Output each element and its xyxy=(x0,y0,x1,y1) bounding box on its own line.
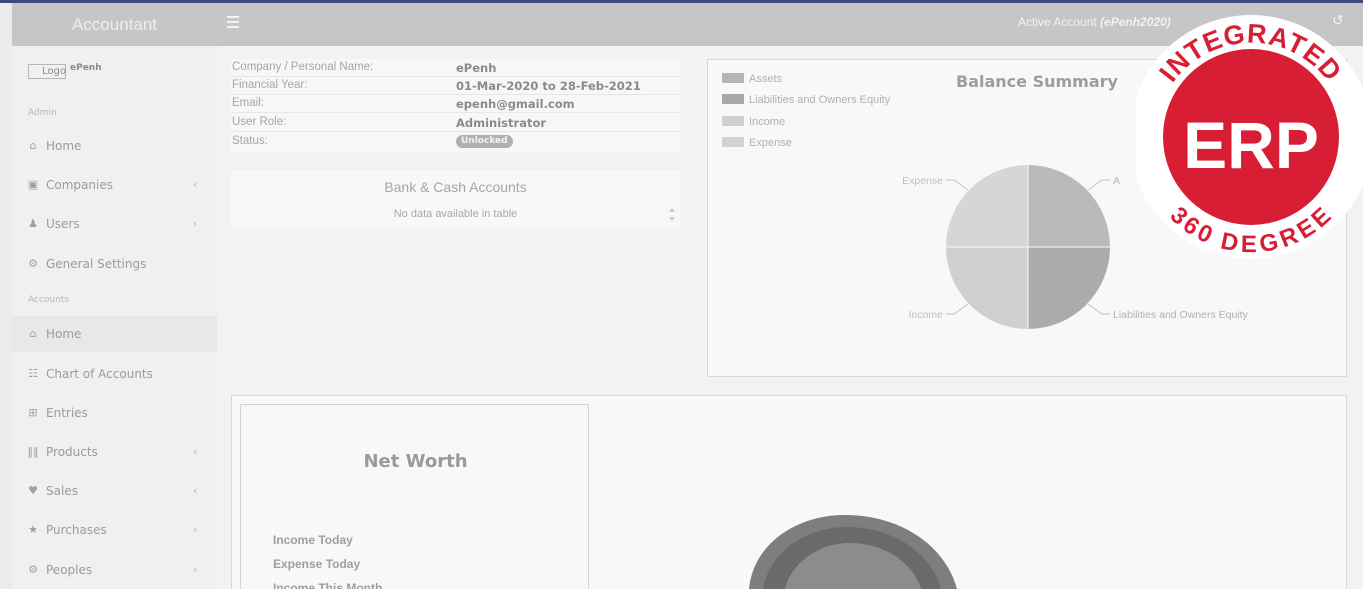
sidebar-item-general-settings[interactable]: ⚙ General Settings xyxy=(12,246,217,282)
info-value: ePenh xyxy=(456,61,497,75)
chevron-left-icon: ‹ xyxy=(193,523,198,536)
info-row: Email: epenh@gmail.com xyxy=(231,95,680,113)
net-worth-item: Income Today xyxy=(273,533,353,547)
sidebar-item-accounts-home[interactable]: ⌂ Home xyxy=(12,316,217,352)
sidebar-item-purchases[interactable]: ★ Purchases ‹ xyxy=(12,512,217,548)
net-worth-item: Income This Month xyxy=(273,581,383,589)
sidebar-item-label: Users xyxy=(46,217,80,231)
barcode-icon: ‖‖ xyxy=(27,445,39,458)
plus-square-icon: ⊞ xyxy=(28,406,38,419)
info-key: User Role: xyxy=(232,116,287,128)
sidebar-logo: Logo xyxy=(28,64,66,79)
sidebar-item-peoples[interactable]: ⚙ Peoples ‹ xyxy=(12,552,217,588)
sidebar-item-label: Purchases xyxy=(46,523,107,537)
net-worth-item: Expense Today xyxy=(273,557,361,571)
table-scroll-arrows[interactable] xyxy=(667,204,677,226)
sidebar-company-name: ePenh xyxy=(70,63,102,73)
gear-icon: ⚙ xyxy=(28,563,38,576)
info-value: Administrator xyxy=(456,116,547,130)
chevron-left-icon: ‹ xyxy=(193,484,198,497)
logo-image: Logo xyxy=(28,64,66,79)
integrated-erp-badge: INTEGRATED ERP 360 DEGREE xyxy=(1136,15,1363,259)
pie-label-liabilities: Liabilities and Owners Equity xyxy=(1113,309,1249,321)
info-row: Status: Unlocked xyxy=(231,133,680,151)
chevron-left-icon: ‹ xyxy=(193,563,198,576)
pie-label-expense: Expense xyxy=(902,175,943,187)
active-account-prefix: Active Account xyxy=(1018,15,1101,29)
sidebar-item-admin-home[interactable]: ⌂ Home xyxy=(12,128,217,164)
sidebar-item-companies[interactable]: ▣ Companies ‹ xyxy=(12,167,217,203)
sidebar-item-sales[interactable]: ♥ Sales ‹ xyxy=(12,473,217,509)
info-row: Financial Year: 01-Mar-2020 to 28-Feb-20… xyxy=(231,77,680,95)
info-row: Company / Personal Name: ePenh xyxy=(231,59,680,77)
sidebar-item-label: Home xyxy=(46,139,82,153)
sidebar-item-chart-of-accounts[interactable]: ☷ Chart of Accounts xyxy=(12,356,217,392)
scroll-up-arrow xyxy=(669,208,675,212)
pie-label-income: Income xyxy=(909,309,944,321)
info-value: 01-Mar-2020 to 28-Feb-2021 xyxy=(456,79,641,93)
info-key: Status: xyxy=(232,135,268,147)
sidebar-section-admin: Admin xyxy=(28,108,57,118)
info-value: epenh@gmail.com xyxy=(456,97,575,111)
company-info-panel: Company / Personal Name: ePenh Financial… xyxy=(231,59,680,153)
net-worth-title: Net Worth xyxy=(363,451,468,472)
heart-icon: ♥ xyxy=(28,484,38,497)
sitemap-icon: ☷ xyxy=(28,367,38,380)
app-brand[interactable]: Accountant xyxy=(12,3,217,46)
home-icon: ⌂ xyxy=(29,327,37,340)
info-key: Email: xyxy=(232,97,264,109)
net-worth-panel: Net Worth Income Today Expense Today Inc… xyxy=(240,404,589,589)
pie-slice-assets[interactable] xyxy=(1028,165,1110,247)
pie-leader-income xyxy=(946,303,969,315)
scroll-down-arrow xyxy=(669,217,675,221)
chevron-left-icon: ‹ xyxy=(193,217,198,230)
menu-toggle-icon[interactable] xyxy=(227,16,239,30)
info-key: Financial Year: xyxy=(232,79,308,91)
pie-leader-assets xyxy=(1087,179,1110,191)
chevron-left-icon: ‹ xyxy=(193,178,198,191)
info-row: User Role: Administrator xyxy=(231,114,680,132)
bank-cash-title: Bank & Cash Accounts xyxy=(384,179,527,195)
pie-slice-liabilities[interactable] xyxy=(1028,247,1110,329)
star-icon: ★ xyxy=(28,523,38,536)
sidebar-item-label: Entries xyxy=(46,406,88,420)
sidebar-section-accounts: Accounts xyxy=(28,295,70,305)
left-edge xyxy=(0,3,12,589)
person-photo xyxy=(749,515,957,589)
sidebar-item-label: Products xyxy=(46,445,98,459)
bank-cash-empty-message: No data available in table xyxy=(393,208,518,220)
home-icon: ⌂ xyxy=(29,139,37,152)
sidebar-item-products[interactable]: ‖‖ Products ‹ xyxy=(12,434,217,470)
building-icon: ▣ xyxy=(27,178,39,191)
info-key: Company / Personal Name: xyxy=(232,61,374,73)
pie-slice-expense[interactable] xyxy=(946,165,1028,247)
sidebar-item-label: Peoples xyxy=(46,563,93,577)
sidebar-item-label: Companies xyxy=(46,178,113,192)
sidebar-item-label: Chart of Accounts xyxy=(46,367,153,381)
chevron-left-icon: ‹ xyxy=(193,445,198,458)
pie-slice-income[interactable] xyxy=(946,247,1028,329)
users-icon: ♟ xyxy=(28,217,38,230)
sidebar-item-label: Home xyxy=(46,327,82,341)
bank-cash-panel: Bank & Cash Accounts No data available i… xyxy=(231,170,680,229)
sidebar: Logo ePenh Admin ⌂ Home ▣ Companies ‹ ♟ … xyxy=(12,46,217,589)
pie-leader-liabilities xyxy=(1087,303,1110,315)
sidebar-item-label: General Settings xyxy=(46,257,147,271)
sidebar-item-label: Sales xyxy=(46,484,78,498)
sidebar-item-users[interactable]: ♟ Users ‹ xyxy=(12,206,217,242)
pie-leader-expense xyxy=(946,179,969,191)
gears-icon: ⚙ xyxy=(28,257,38,270)
sidebar-item-entries[interactable]: ⊞ Entries xyxy=(12,395,217,431)
pie-label-assets: A xyxy=(1113,175,1120,187)
erp-badge-center-text: ERP xyxy=(1183,108,1319,182)
status-badge: Unlocked xyxy=(456,135,513,148)
